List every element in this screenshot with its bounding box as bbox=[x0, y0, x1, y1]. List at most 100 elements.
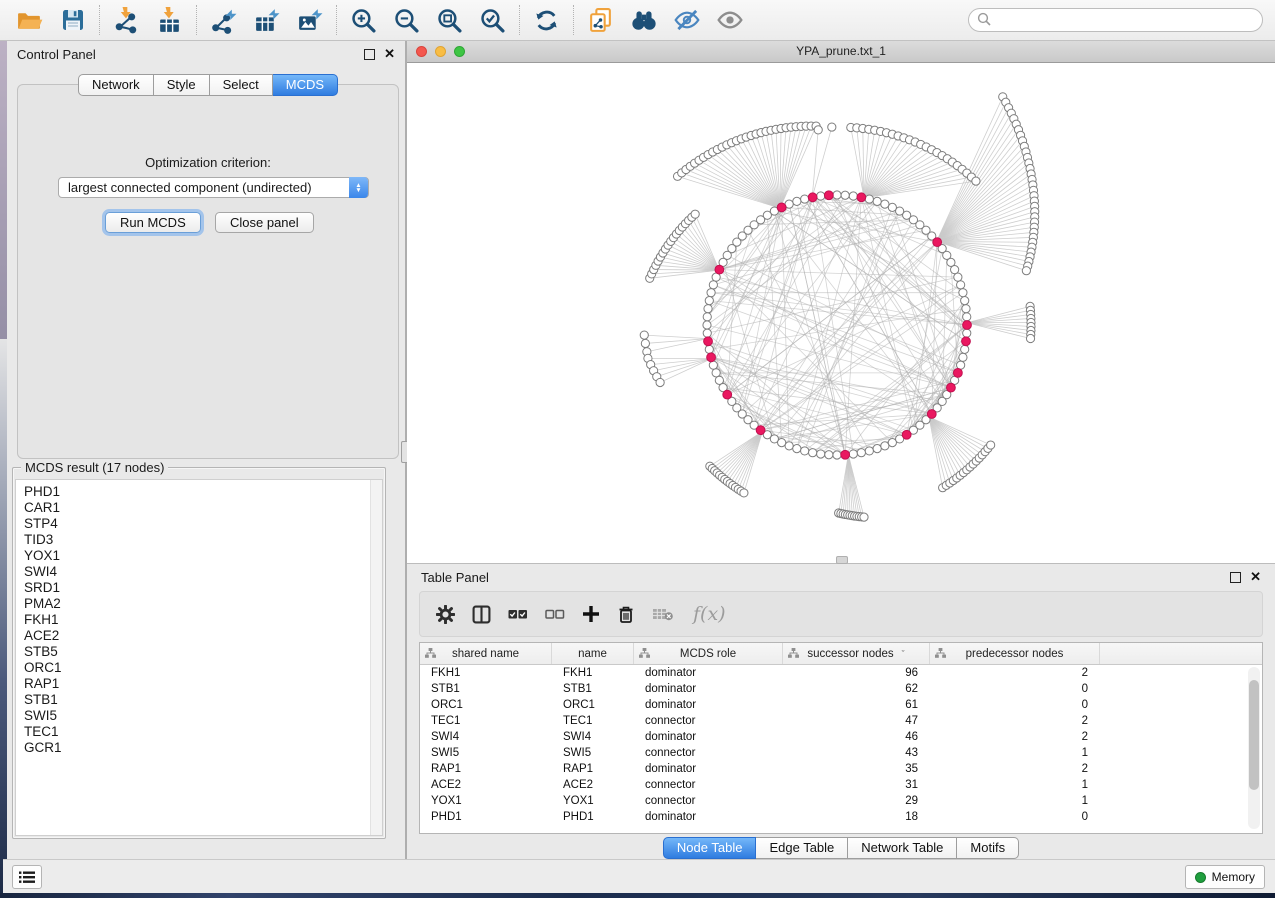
close-panel-icon[interactable]: ✕ bbox=[384, 49, 395, 59]
table-scrollbar-thumb[interactable] bbox=[1249, 680, 1259, 790]
optimization-criterion-select[interactable]: largest connected component (undirected)… bbox=[58, 177, 369, 198]
network-canvas[interactable] bbox=[407, 63, 1275, 563]
export-table-button[interactable] bbox=[245, 3, 288, 37]
zoom-fit-button[interactable] bbox=[428, 3, 471, 37]
mcds-result-item[interactable]: RAP1 bbox=[16, 676, 382, 692]
table-row[interactable]: FKH1FKH1dominator962 bbox=[420, 665, 1262, 681]
memory-button[interactable]: Memory bbox=[1185, 865, 1265, 889]
mcds-result-item[interactable]: TID3 bbox=[16, 532, 382, 548]
clone-network-button[interactable] bbox=[579, 3, 622, 37]
save-session-button[interactable] bbox=[51, 3, 94, 37]
tab-node-table[interactable]: Node Table bbox=[663, 837, 757, 859]
column-header-successor-nodes[interactable]: successor nodesˇ bbox=[783, 643, 930, 664]
float-panel-icon[interactable] bbox=[364, 49, 375, 60]
refresh-icon bbox=[533, 7, 560, 34]
close-panel-icon[interactable]: ✕ bbox=[1250, 572, 1261, 582]
network-view-window: YPA_prune.txt_1 bbox=[407, 41, 1275, 563]
desktop-wallpaper-left bbox=[0, 41, 7, 893]
desktop-wallpaper-bottom bbox=[0, 893, 1275, 898]
horizontal-splitter-handle[interactable] bbox=[836, 556, 848, 564]
unchecked-boxes-icon bbox=[545, 607, 565, 621]
mcds-result-item[interactable]: TEC1 bbox=[16, 724, 382, 740]
mcds-result-item[interactable]: YOX1 bbox=[16, 548, 382, 564]
network-window-titlebar[interactable]: YPA_prune.txt_1 bbox=[407, 41, 1275, 63]
mcds-result-item[interactable]: STP4 bbox=[16, 516, 382, 532]
mcds-result-item[interactable]: ORC1 bbox=[16, 660, 382, 676]
table-row[interactable]: ORC1ORC1dominator610 bbox=[420, 697, 1262, 713]
mcds-result-item[interactable]: ACE2 bbox=[16, 628, 382, 644]
table-row[interactable]: RAP1RAP1dominator352 bbox=[420, 761, 1262, 777]
mcds-result-item[interactable]: STB5 bbox=[16, 644, 382, 660]
tab-select[interactable]: Select bbox=[210, 74, 273, 96]
tab-network-table[interactable]: Network Table bbox=[848, 837, 957, 859]
mcds-result-item[interactable]: PMA2 bbox=[16, 596, 382, 612]
table-cell: 47 bbox=[783, 713, 930, 729]
delete-column-button[interactable] bbox=[617, 605, 635, 624]
show-hide-columns-button[interactable] bbox=[472, 605, 491, 624]
control-panel-header: Control Panel ✕ bbox=[7, 41, 405, 67]
float-panel-icon[interactable] bbox=[1230, 572, 1241, 583]
mcds-result-item[interactable]: SRD1 bbox=[16, 580, 382, 596]
open-session-button[interactable] bbox=[8, 3, 51, 37]
table-row[interactable]: SWI4SWI4dominator462 bbox=[420, 729, 1262, 745]
task-history-button[interactable] bbox=[12, 865, 42, 889]
mcds-result-item[interactable]: SWI4 bbox=[16, 564, 382, 580]
hide-panel-button[interactable] bbox=[665, 3, 708, 37]
search-input[interactable] bbox=[968, 8, 1263, 32]
export-network-button[interactable] bbox=[202, 3, 245, 37]
node-table[interactable]: shared namenameMCDS rolesuccessor nodesˇ… bbox=[419, 642, 1263, 834]
maximize-window-icon[interactable] bbox=[454, 46, 465, 57]
column-header-MCDS-role[interactable]: MCDS role bbox=[634, 643, 783, 664]
tab-edge-table[interactable]: Edge Table bbox=[756, 837, 848, 859]
mcds-result-item[interactable]: FKH1 bbox=[16, 612, 382, 628]
table-row[interactable]: TEC1TEC1connector472 bbox=[420, 713, 1262, 729]
show-panel-button[interactable] bbox=[708, 3, 751, 37]
export-image-button[interactable] bbox=[288, 3, 331, 37]
mcds-result-item[interactable]: GCR1 bbox=[16, 740, 382, 756]
mcds-list-scrollbar[interactable] bbox=[370, 480, 382, 835]
table-row[interactable]: ACE2ACE2connector311 bbox=[420, 777, 1262, 793]
close-panel-button[interactable]: Close panel bbox=[215, 212, 314, 233]
deselect-all-button[interactable] bbox=[545, 607, 565, 621]
column-header-shared-name[interactable]: shared name bbox=[420, 643, 552, 664]
zoom-in-button[interactable] bbox=[342, 3, 385, 37]
table-cell: STB1 bbox=[420, 681, 552, 697]
zoom-selected-button[interactable] bbox=[471, 3, 514, 37]
table-cell: 1 bbox=[930, 793, 1100, 809]
table-row[interactable]: STB1STB1dominator620 bbox=[420, 681, 1262, 697]
table-cell: dominator bbox=[634, 665, 783, 681]
import-network-button[interactable] bbox=[105, 3, 148, 37]
table-cell: SWI5 bbox=[552, 745, 634, 761]
column-header-name[interactable]: name bbox=[552, 643, 634, 664]
search-network-button[interactable] bbox=[622, 3, 665, 37]
zoom-out-button[interactable] bbox=[385, 3, 428, 37]
table-cell: ACE2 bbox=[420, 777, 552, 793]
table-row[interactable]: YOX1YOX1connector291 bbox=[420, 793, 1262, 809]
table-scrollbar[interactable] bbox=[1248, 667, 1260, 829]
column-header-predecessor-nodes[interactable]: predecessor nodes bbox=[930, 643, 1100, 664]
tab-network[interactable]: Network bbox=[78, 74, 154, 96]
table-row[interactable]: SWI5SWI5connector431 bbox=[420, 745, 1262, 761]
table-row[interactable]: PHD1PHD1dominator180 bbox=[420, 809, 1262, 825]
mcds-result-list[interactable]: PHD1CAR1STP4TID3YOX1SWI4SRD1PMA2FKH1ACE2… bbox=[15, 479, 383, 836]
network-graph bbox=[407, 63, 1275, 563]
refresh-view-button[interactable] bbox=[525, 3, 568, 37]
table-settings-button[interactable] bbox=[436, 605, 455, 624]
table-cell: YOX1 bbox=[420, 793, 552, 809]
fx-icon: f(x) bbox=[691, 601, 729, 627]
mcds-result-item[interactable]: SWI5 bbox=[16, 708, 382, 724]
import-table-button[interactable] bbox=[148, 3, 191, 37]
table-cell: dominator bbox=[634, 681, 783, 697]
mcds-result-item[interactable]: CAR1 bbox=[16, 500, 382, 516]
minimize-window-icon[interactable] bbox=[435, 46, 446, 57]
close-window-icon[interactable] bbox=[416, 46, 427, 57]
mcds-result-item[interactable]: PHD1 bbox=[16, 484, 382, 500]
mcds-result-item[interactable]: STB1 bbox=[16, 692, 382, 708]
table-cell: 35 bbox=[783, 761, 930, 777]
tab-motifs[interactable]: Motifs bbox=[957, 837, 1019, 859]
run-mcds-button[interactable]: Run MCDS bbox=[105, 212, 201, 233]
add-column-button[interactable] bbox=[582, 605, 600, 623]
tab-mcds[interactable]: MCDS bbox=[273, 74, 338, 96]
tab-style[interactable]: Style bbox=[154, 74, 210, 96]
select-all-button[interactable] bbox=[508, 607, 528, 621]
